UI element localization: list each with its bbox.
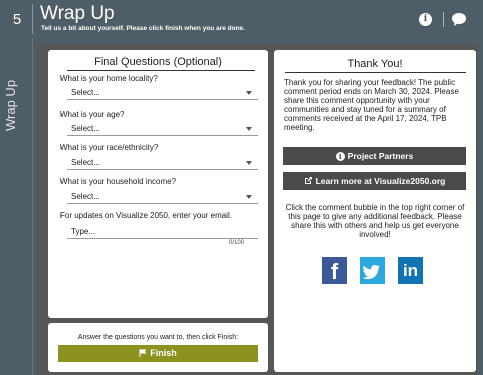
- title-underline: [67, 70, 255, 71]
- header-separator: [443, 12, 444, 27]
- page-subtitle: Tell us a bit about yourself. Please cli…: [41, 25, 245, 32]
- project-partners-button[interactable]: i Project Partners: [283, 147, 466, 165]
- thank-you-title: Thank You!: [347, 58, 403, 70]
- character-counter: 0/100: [229, 240, 245, 246]
- home-locality-select[interactable]: Select...: [67, 85, 258, 100]
- facebook-label: f: [330, 259, 339, 284]
- flag-icon: [139, 349, 147, 357]
- twitter-icon[interactable]: [360, 257, 385, 284]
- select-value: Select...: [71, 124, 100, 133]
- project-partners-label: Project Partners: [347, 151, 414, 161]
- household-income-select[interactable]: Select...: [67, 189, 258, 204]
- step-divider: [32, 4, 33, 34]
- select-value: Select...: [71, 192, 100, 201]
- finish-note: Answer the questions you want to, then c…: [77, 334, 239, 341]
- chevron-down-icon: [246, 91, 252, 95]
- info-icon[interactable]: i: [419, 13, 432, 26]
- panel-title: Final Questions (Optional): [94, 56, 222, 68]
- chevron-down-icon: [246, 195, 252, 199]
- title-underline: [285, 72, 466, 73]
- chevron-down-icon: [246, 127, 252, 131]
- question-label: What is your race/ethnicity?: [60, 143, 159, 152]
- external-link-icon: [304, 177, 312, 184]
- age-select[interactable]: Select...: [67, 121, 258, 136]
- race-ethnicity-select[interactable]: Select...: [67, 155, 258, 170]
- finish-button-label: Finish: [150, 348, 177, 358]
- chevron-down-icon: [246, 161, 252, 165]
- side-tab[interactable]: Wrap Up: [0, 38, 32, 375]
- comment-bubble-icon[interactable]: [451, 12, 467, 27]
- twitter-bird-icon: [362, 265, 380, 280]
- email-updates-label: For updates on Visualize 2050, enter you…: [60, 211, 232, 220]
- email-field[interactable]: Type...: [67, 224, 258, 239]
- side-tab-label: Wrap Up: [3, 79, 18, 131]
- learn-more-button[interactable]: Learn more at Visualize2050.org: [283, 172, 466, 190]
- email-placeholder: Type...: [71, 227, 96, 236]
- header-bar: 5 Wrap Up Tell us a bit about yourself. …: [0, 0, 483, 38]
- thank-you-body: Thank you for sharing your feedback! The…: [284, 78, 459, 132]
- select-value: Select...: [71, 158, 100, 167]
- finish-button[interactable]: Finish: [58, 345, 258, 362]
- page-title: Wrap Up: [40, 3, 115, 24]
- question-label: What is your home locality?: [60, 74, 158, 83]
- comment-help-text: Click the comment bubble in the top righ…: [285, 203, 465, 239]
- linkedin-icon[interactable]: in: [398, 257, 423, 284]
- facebook-icon[interactable]: f: [322, 257, 347, 284]
- question-label: What is your age?: [60, 110, 125, 119]
- step-number: 5: [12, 11, 22, 28]
- question-label: What is your household income?: [60, 177, 177, 186]
- select-value: Select...: [71, 88, 100, 97]
- side-tab-divider: [32, 38, 33, 375]
- learn-more-label: Learn more at Visualize2050.org: [315, 176, 446, 186]
- linkedin-label: in: [402, 261, 419, 280]
- info-icon: i: [335, 152, 345, 161]
